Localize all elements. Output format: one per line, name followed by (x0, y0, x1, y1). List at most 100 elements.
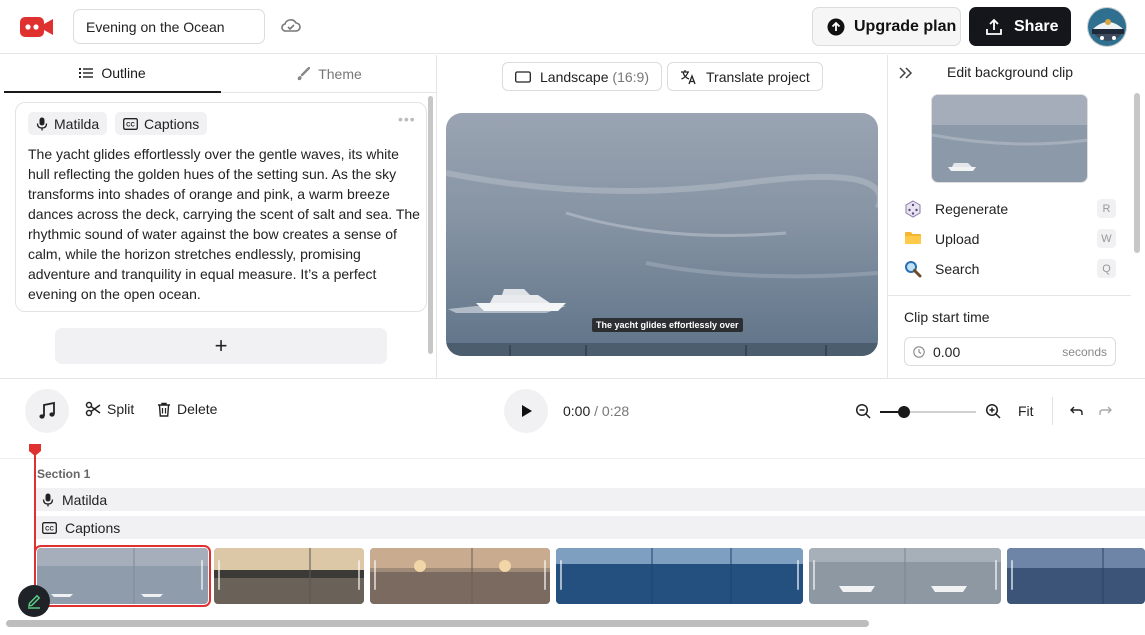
scissors-icon (85, 401, 101, 417)
regenerate-shortcut: R (1097, 199, 1116, 218)
music-note-icon (39, 401, 55, 419)
split-button[interactable]: Split (85, 401, 134, 417)
clip-2-thumbnail (214, 548, 364, 604)
preview-panel: Landscape (16:9) Translate project The y… (438, 55, 886, 378)
more-options-icon[interactable]: ••• (398, 111, 416, 127)
arrow-up-circle-icon (827, 18, 845, 35)
zoom-slider-handle[interactable] (898, 406, 910, 418)
video-clip-1[interactable] (34, 545, 211, 607)
pencil-icon (28, 594, 41, 609)
upload-button[interactable]: Upload W (904, 228, 1116, 250)
video-camera-logo-icon[interactable] (20, 14, 54, 40)
playhead-handle-icon[interactable] (28, 443, 42, 457)
playback-time: 0:00 / 0:28 (563, 403, 629, 419)
clip-trim-handle[interactable] (995, 560, 997, 590)
svg-text:CC: CC (126, 122, 135, 128)
zoom-out-icon[interactable] (855, 403, 871, 419)
translate-project-button[interactable]: Translate project (667, 62, 823, 91)
upload-shortcut: W (1097, 229, 1116, 248)
cloud-saved-icon (281, 19, 301, 32)
video-clip-2[interactable] (214, 548, 364, 604)
clip-trim-handle[interactable] (560, 560, 562, 590)
background-clip-thumbnail[interactable] (931, 94, 1088, 183)
voice-track[interactable]: Matilda (36, 488, 1145, 511)
microphone-icon (42, 493, 54, 506)
upgrade-plan-button[interactable]: Upgrade plan (812, 7, 961, 46)
clip-start-time-input[interactable]: 0.00 seconds (904, 337, 1116, 366)
tab-outline-label: Outline (101, 65, 146, 81)
undo-icon[interactable] (1069, 403, 1085, 419)
music-button[interactable] (25, 389, 69, 433)
script-section-card[interactable]: Matilda CC Captions ••• The yacht glides… (15, 102, 427, 312)
play-button[interactable] (504, 389, 548, 433)
tab-outline[interactable]: Outline (4, 55, 221, 93)
clip-trim-handle[interactable] (813, 560, 815, 590)
microphone-icon (36, 117, 48, 130)
outline-scrollbar[interactable] (428, 96, 433, 354)
time-separator: / (594, 403, 599, 419)
video-clip-3[interactable] (370, 548, 550, 604)
tab-theme[interactable]: Theme (221, 55, 437, 93)
clip-1-thumbnail (37, 548, 208, 604)
divider (888, 295, 1131, 296)
clip-trim-handle[interactable] (358, 560, 360, 590)
magnifier-icon (904, 260, 922, 278)
video-clip-4[interactable] (556, 548, 803, 604)
user-avatar[interactable] (1087, 7, 1127, 47)
clip-trim-handle[interactable] (797, 560, 799, 590)
clip-editor-panel: Edit background clip Regenerate R Upload… (887, 55, 1145, 378)
panel-scrollbar[interactable] (1134, 93, 1140, 253)
delete-button[interactable]: Delete (157, 401, 217, 417)
clip-trim-handle[interactable] (1011, 560, 1013, 590)
double-chevron-right-icon[interactable] (898, 65, 914, 81)
translate-icon (681, 69, 696, 84)
section-label: Section 1 (37, 467, 91, 481)
clip-start-unit: seconds (1062, 344, 1107, 359)
voice-chip[interactable]: Matilda (28, 112, 108, 135)
captions-chip-label: Captions (144, 115, 200, 132)
total-time: 0:28 (601, 403, 630, 419)
video-clip-6[interactable] (1007, 548, 1145, 604)
trash-icon (158, 402, 170, 417)
clip-4-thumbnail (556, 548, 803, 604)
clip-trim-handle[interactable] (544, 560, 546, 590)
script-text[interactable]: The yacht glides effortlessly over the g… (28, 144, 420, 304)
avatar-image (1088, 8, 1126, 46)
landscape-frame-icon (515, 70, 531, 83)
clip-trim-handle[interactable] (374, 560, 376, 590)
project-title-input[interactable] (73, 9, 265, 44)
paintbrush-icon (297, 66, 311, 80)
search-shortcut: Q (1097, 259, 1116, 278)
voice-track-label: Matilda (62, 491, 108, 508)
captions-chip[interactable]: CC Captions (115, 112, 208, 135)
regenerate-button[interactable]: Regenerate R (904, 198, 1116, 220)
video-clip-5[interactable] (809, 548, 1001, 604)
clip-5-thumbnail (809, 548, 1001, 604)
captions-track-label: Captions (65, 519, 121, 536)
zoom-slider[interactable] (880, 406, 976, 418)
play-icon (522, 405, 532, 417)
orientation-ratio: (16:9) (612, 68, 649, 85)
current-time: 0:00 (563, 403, 591, 419)
share-label: Share (1014, 17, 1059, 35)
regenerate-label: Regenerate (935, 201, 1009, 217)
share-button[interactable]: Share (969, 7, 1071, 46)
timeline-horizontal-scrollbar[interactable] (6, 620, 869, 627)
redo-icon[interactable] (1097, 403, 1113, 419)
clip-start-label: Clip start time (904, 309, 990, 325)
clip-trim-handle[interactable] (201, 560, 203, 590)
video-preview[interactable]: The yacht glides effortlessly over (446, 113, 878, 356)
search-button[interactable]: Search Q (904, 258, 1116, 280)
zoom-in-icon[interactable] (985, 403, 1001, 419)
clip-trim-handle[interactable] (218, 560, 220, 590)
orientation-label: Landscape (540, 68, 609, 85)
upload-icon (986, 18, 1002, 35)
captions-track[interactable]: CC Captions (36, 516, 1145, 539)
fit-button[interactable]: Fit (1018, 403, 1034, 419)
add-section-button[interactable]: + (55, 328, 387, 364)
delete-label: Delete (177, 401, 218, 417)
edit-button[interactable] (18, 585, 50, 617)
playhead-line[interactable] (34, 449, 36, 597)
timeline: Section 1 Matilda CC Captions (0, 444, 1145, 635)
orientation-button[interactable]: Landscape (16:9) (502, 62, 662, 91)
